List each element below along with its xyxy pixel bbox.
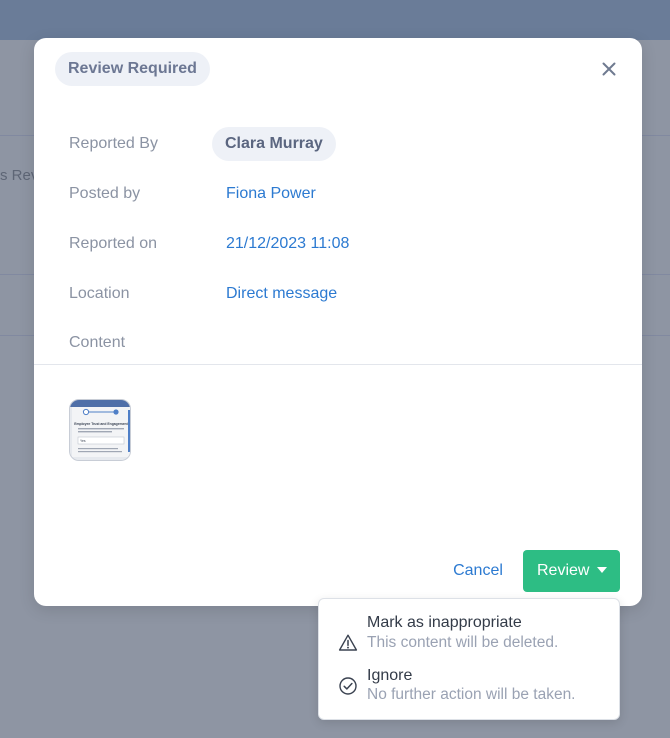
reported-on-label: Reported on: [69, 235, 158, 252]
posted-by-label: Posted by: [69, 185, 141, 202]
reported-by-row: Reported By Clara Murray: [34, 127, 642, 161]
reported-on-row: Reported on 21/12/2023 11:08: [34, 227, 642, 261]
check-circle-icon: [338, 676, 358, 696]
close-button[interactable]: [599, 59, 619, 79]
close-icon: [599, 59, 619, 79]
content-label: Content: [69, 334, 126, 351]
reported-by-label: Reported By: [69, 135, 158, 152]
report-review-modal: Review Required Reported By Clara Murray…: [34, 38, 642, 606]
warning-icon: [338, 633, 358, 653]
cancel-button[interactable]: Cancel: [438, 550, 518, 592]
review-required-badge: Review Required: [55, 52, 210, 86]
menu-item-title: Mark as inappropriate: [367, 614, 522, 631]
background-partial-text: s Rev: [0, 167, 39, 184]
review-dropdown-button[interactable]: Review: [523, 550, 620, 592]
posted-by-link[interactable]: Fiona Power: [226, 185, 316, 203]
location-row: Location Direct message: [34, 277, 642, 311]
menu-item-title: Ignore: [367, 667, 413, 684]
reported-on-link[interactable]: 21/12/2023 11:08: [226, 235, 349, 253]
location-label: Location: [69, 285, 130, 302]
thumbnail-heading: Employee Trust and Engagement: [74, 422, 128, 426]
content-divider: [34, 364, 642, 365]
content-image-thumbnail[interactable]: Employee Trust and Engagement Yes: [69, 399, 131, 461]
review-dropdown-menu: Mark as inappropriate This content will …: [318, 598, 620, 720]
menu-item-ignore[interactable]: Ignore No further action will be taken.: [319, 662, 619, 716]
content-row: Content: [34, 326, 642, 360]
menu-item-mark-inappropriate[interactable]: Mark as inappropriate This content will …: [319, 609, 619, 663]
background-top-bar: [0, 0, 670, 40]
posted-by-row: Posted by Fiona Power: [34, 177, 642, 211]
menu-item-description: No further action will be taken.: [367, 686, 576, 703]
location-link[interactable]: Direct message: [226, 285, 337, 303]
caret-down-icon: [597, 567, 607, 573]
reported-by-user-chip[interactable]: Clara Murray: [212, 127, 336, 161]
thumbnail-field-value: Yes: [80, 439, 86, 443]
menu-item-description: This content will be deleted.: [367, 634, 559, 651]
review-button-label: Review: [537, 562, 590, 579]
